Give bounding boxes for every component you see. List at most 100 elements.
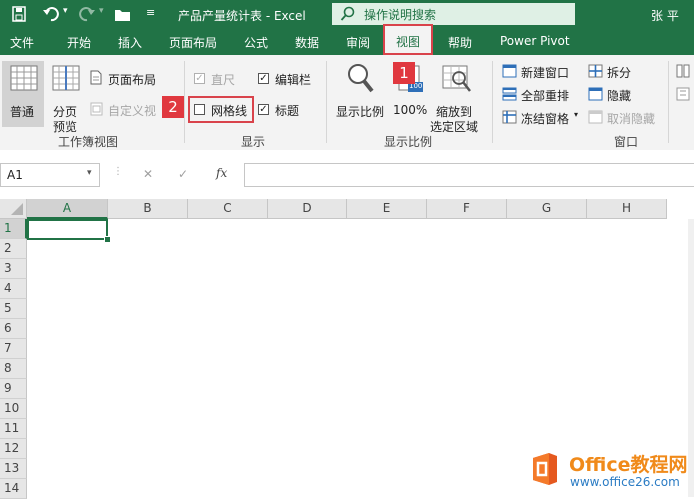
- row-header-4[interactable]: 4: [0, 279, 27, 299]
- page-layout-icon: [90, 70, 102, 88]
- open-folder-icon[interactable]: [114, 8, 132, 22]
- select-all-corner[interactable]: [0, 199, 27, 219]
- row-header-7[interactable]: 7: [0, 339, 27, 359]
- row-header-2[interactable]: 2: [0, 239, 27, 259]
- column-header-g[interactable]: G: [507, 199, 587, 219]
- undo-dropdown-icon[interactable]: ▾: [63, 6, 68, 16]
- custom-views-icon: [90, 102, 103, 119]
- normal-view-icon: [10, 65, 38, 94]
- tab-view[interactable]: 视图: [383, 24, 433, 55]
- gridlines-checkbox[interactable]: 网格线: [194, 102, 250, 118]
- new-window-button[interactable]: 新建窗口: [502, 63, 582, 81]
- undo-icon[interactable]: [42, 6, 60, 22]
- search-icon: [340, 6, 356, 22]
- custom-views-button: 自定义视: [88, 101, 168, 119]
- customize-qat-icon[interactable]: ≡: [146, 6, 155, 19]
- tab-review[interactable]: 审阅: [346, 34, 370, 51]
- show-group-label: 显示: [241, 135, 266, 149]
- selected-cell[interactable]: [27, 219, 108, 240]
- user-name[interactable]: 张 平: [651, 7, 679, 24]
- formula-bar-grip-icon: ⋮: [113, 166, 123, 177]
- row-header-13[interactable]: 13: [0, 459, 27, 479]
- ruler-checkbox: ✓ 直尺: [194, 71, 250, 87]
- custom-views-label: 自定义视: [108, 104, 157, 118]
- unhide-label: 取消隐藏: [607, 112, 656, 126]
- column-header-a[interactable]: A: [27, 199, 108, 219]
- confirm-entry-icon[interactable]: ✓: [178, 167, 188, 181]
- hide-label: 隐藏: [607, 89, 632, 103]
- gridlines-checkbox-box[interactable]: [194, 104, 205, 115]
- separator: [326, 61, 327, 143]
- insert-function-icon[interactable]: fx: [216, 166, 227, 180]
- separator: [668, 61, 669, 143]
- row-header-5[interactable]: 5: [0, 299, 27, 319]
- tab-home[interactable]: 开始: [67, 34, 91, 51]
- row-header-14[interactable]: 14: [0, 479, 27, 499]
- cancel-entry-icon[interactable]: ✕: [143, 167, 153, 181]
- sync-scroll-icon[interactable]: [676, 87, 690, 104]
- row-header-9[interactable]: 9: [0, 379, 27, 399]
- name-box-value: A1: [7, 168, 23, 182]
- tab-help[interactable]: 帮助: [448, 34, 472, 51]
- name-box-dropdown-icon[interactable]: ▾: [87, 168, 92, 178]
- freeze-panes-button[interactable]: 冻结窗格 ▾: [502, 109, 582, 127]
- page-layout-label: 页面布局: [108, 73, 157, 87]
- column-header-f[interactable]: F: [427, 199, 507, 219]
- split-button[interactable]: 拆分: [588, 63, 648, 81]
- fill-handle[interactable]: [104, 236, 111, 243]
- row-header-3[interactable]: 3: [0, 259, 27, 279]
- column-header-d[interactable]: D: [268, 199, 347, 219]
- separator: [184, 61, 185, 143]
- column-header-e[interactable]: E: [347, 199, 427, 219]
- tab-power-pivot[interactable]: Power Pivot: [500, 34, 570, 48]
- row-header-10[interactable]: 10: [0, 399, 27, 419]
- redo-icon: [78, 6, 96, 22]
- name-box[interactable]: A1 ▾: [0, 163, 100, 187]
- save-icon[interactable]: [12, 6, 26, 22]
- headings-checkbox[interactable]: ✓ 标题: [258, 102, 308, 118]
- vertical-scrollbar[interactable]: [688, 219, 694, 497]
- tab-formulas[interactable]: 公式: [244, 34, 268, 51]
- tell-me-search[interactable]: 操作说明搜索: [332, 3, 575, 25]
- normal-view-button[interactable]: 普通: [2, 61, 44, 127]
- page-break-preview-icon: [52, 65, 80, 94]
- tab-page-layout[interactable]: 页面布局: [169, 34, 217, 51]
- column-header-h[interactable]: H: [587, 199, 667, 219]
- formula-input[interactable]: [244, 163, 694, 187]
- magnifier-icon: [346, 63, 374, 96]
- formula-bar-checkbox[interactable]: ✓ 编辑栏: [258, 71, 318, 87]
- zoom-group-label: 显示比例: [384, 135, 433, 149]
- window-group-label: 窗口: [614, 135, 639, 149]
- page-layout-view-button[interactable]: 页面布局: [88, 70, 168, 88]
- row-header-12[interactable]: 12: [0, 439, 27, 459]
- row-header-6[interactable]: 6: [0, 319, 27, 339]
- office-logo-watermark: [527, 452, 561, 486]
- row-header-1[interactable]: 1: [0, 219, 27, 239]
- headings-label: 标题: [275, 104, 300, 118]
- formula-bar-checkbox-box[interactable]: ✓: [258, 73, 269, 84]
- tab-view-label: 视图: [396, 35, 421, 49]
- row-header-8[interactable]: 8: [0, 359, 27, 379]
- zoom-button[interactable]: 显示比例: [334, 61, 388, 121]
- tab-data[interactable]: 数据: [295, 34, 319, 51]
- column-header-c[interactable]: C: [188, 199, 268, 219]
- normal-view-label: 普通: [10, 105, 35, 119]
- arrange-all-button[interactable]: 全部重排: [502, 86, 582, 104]
- unhide-button: 取消隐藏: [588, 109, 668, 127]
- ruler-checkbox-box: ✓: [194, 73, 205, 84]
- ribbon-tabs: 文件 开始 插入 页面布局 公式 数据 审阅 帮助 Power Pivot: [0, 30, 694, 55]
- page-break-preview-button[interactable]: 分页 预览: [48, 61, 84, 134]
- column-header-b[interactable]: B: [108, 199, 188, 219]
- tab-insert[interactable]: 插入: [118, 34, 142, 51]
- zoom-selection-icon: [442, 65, 472, 96]
- freeze-panes-icon: [502, 110, 517, 127]
- hide-button[interactable]: 隐藏: [588, 86, 648, 104]
- row-header-11[interactable]: 11: [0, 419, 27, 439]
- tab-file[interactable]: 文件: [10, 34, 34, 51]
- headings-checkbox-box[interactable]: ✓: [258, 104, 269, 115]
- formula-bar: A1 ▾ ⋮ ✕ ✓ fx: [0, 150, 694, 198]
- new-window-label: 新建窗口: [521, 66, 570, 80]
- side-by-side-icon[interactable]: [676, 64, 690, 81]
- watermark-url: www.office26.com: [570, 475, 680, 489]
- zoom-to-selection-button[interactable]: 缩放到 选定区域: [430, 61, 486, 134]
